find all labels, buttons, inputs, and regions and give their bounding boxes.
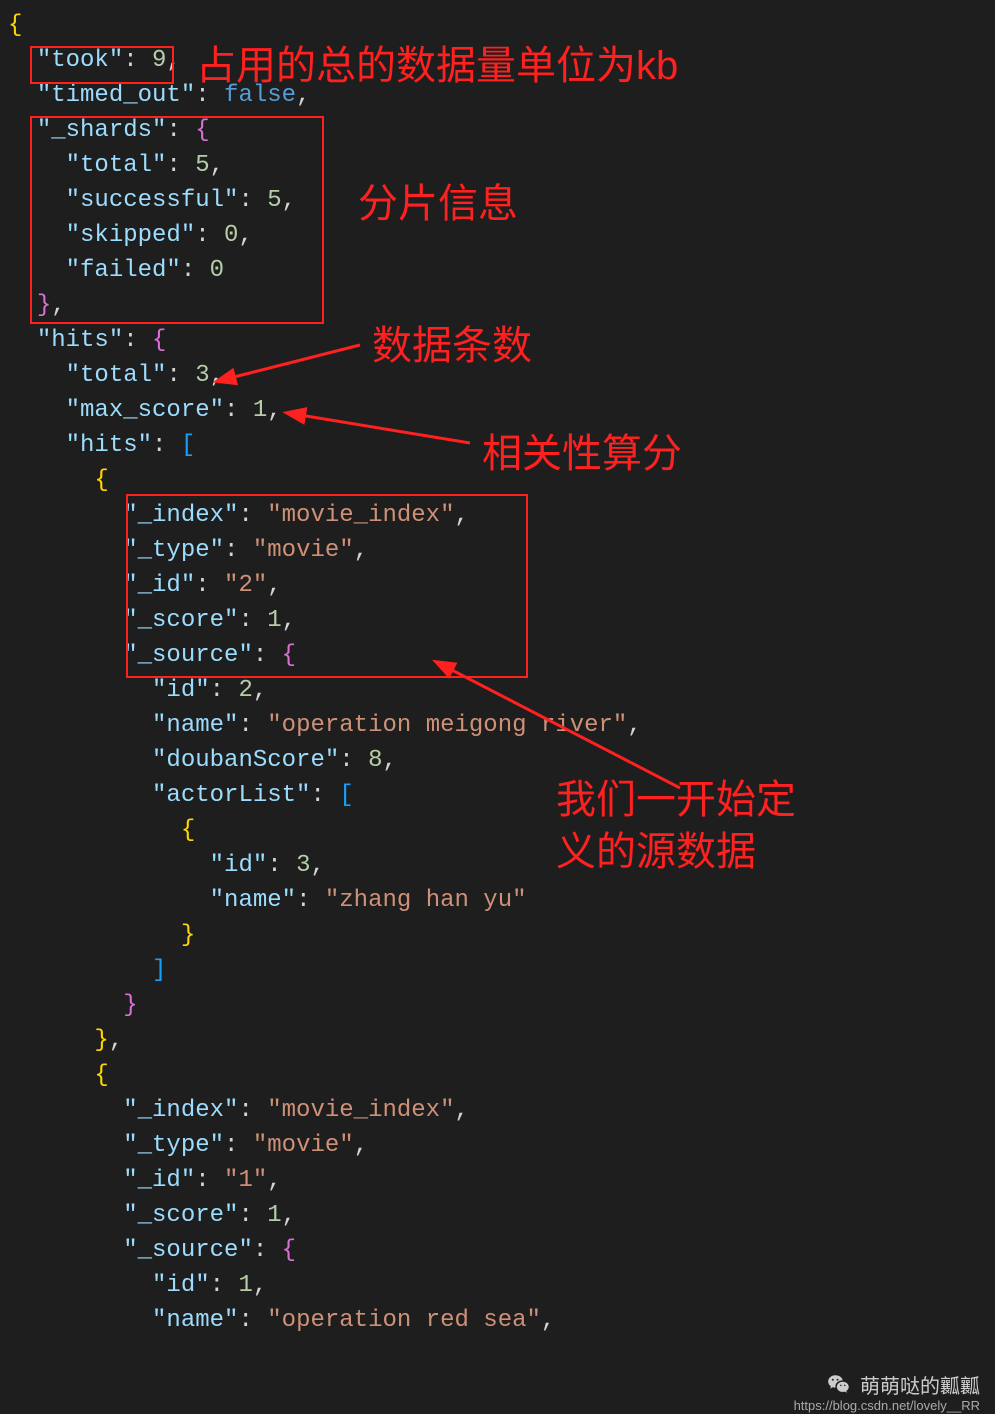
code-line: "id": 1, [8, 1268, 995, 1303]
code-line: "_score": 1, [8, 1198, 995, 1233]
code-line: { [8, 813, 995, 848]
annotation-score: 相关性算分 [482, 428, 682, 480]
annotation-count: 数据条数 [372, 320, 532, 372]
arrow-datacount [220, 330, 380, 398]
code-line: "name": "operation red sea", [8, 1303, 995, 1338]
code-line: { [8, 8, 995, 43]
highlight-box-took [30, 46, 174, 84]
code-line: { [8, 1058, 995, 1093]
code-line: "max_score": 1, [8, 393, 995, 428]
code-line: "_index": "movie_index", [8, 1093, 995, 1128]
code-line: "_source": { [8, 1233, 995, 1268]
code-line: "id": 3, [8, 848, 995, 883]
highlight-box-shards [30, 116, 324, 324]
code-line: "_id": "1", [8, 1163, 995, 1198]
code-line: "_type": "movie", [8, 1128, 995, 1163]
annotation-kb: 占用的总的数据量单位为kb [196, 40, 678, 92]
highlight-box-hit-meta [126, 494, 528, 678]
annotation-source: 我们一开始定义的源数据 [556, 774, 796, 878]
code-line: } [8, 988, 995, 1023]
wechat-icon [826, 1372, 852, 1398]
code-line: }, [8, 1023, 995, 1058]
code-line: "name": "zhang han yu" [8, 883, 995, 918]
code-line: } [8, 918, 995, 953]
arrow-score [290, 405, 490, 463]
annotation-shards: 分片信息 [358, 178, 518, 230]
watermark-name: 萌萌哒的瓤瓤 [860, 1370, 980, 1399]
code-line: ] [8, 953, 995, 988]
watermark: 萌萌哒的瓤瓤 https://blog.csdn.net/lovely__RR [826, 1370, 980, 1399]
watermark-url: https://blog.csdn.net/lovely__RR [794, 1398, 980, 1413]
